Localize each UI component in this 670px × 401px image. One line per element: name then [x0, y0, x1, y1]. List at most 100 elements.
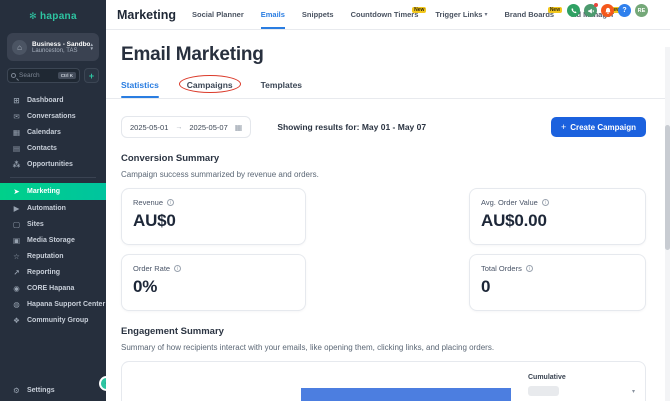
- sidebar-item-reputation[interactable]: ☆Reputation: [0, 248, 106, 264]
- tab-statistics[interactable]: Statistics: [121, 80, 159, 98]
- info-icon[interactable]: i: [174, 265, 181, 272]
- chevron-down-icon: ▾: [484, 11, 487, 18]
- date-range-picker[interactable]: 2025-05-01 → 2025-05-07 ▦: [121, 116, 251, 138]
- info-icon[interactable]: i: [526, 265, 533, 272]
- sidebar-item-label: Media Storage: [27, 237, 75, 244]
- tab-templates[interactable]: Templates: [261, 80, 302, 98]
- sidebar-item-label: Automation: [27, 205, 66, 212]
- star-icon: ☆: [12, 252, 21, 261]
- topbar-tabs: Social Planner Emails Snippets Countdown…: [192, 0, 614, 29]
- sidebar-item-label: Community Group: [27, 317, 88, 324]
- calendar-icon: ▦: [235, 123, 243, 132]
- core-icon: ◉: [12, 284, 21, 293]
- business-info: Business - Sandbox Launceston, TAS: [32, 41, 90, 54]
- notification-dot: [594, 3, 598, 7]
- sidebar-item-sites[interactable]: ▢ Sites: [0, 216, 106, 232]
- quick-add-button[interactable]: +: [84, 68, 99, 83]
- create-campaign-button[interactable]: + Create Campaign: [551, 117, 646, 137]
- revenue-value: AU$0: [133, 211, 294, 231]
- sidebar-item-support-center[interactable]: ◍Hapana Support Center: [0, 296, 106, 312]
- sidebar-item-label: Sites: [27, 221, 44, 228]
- page-title: Email Marketing: [121, 44, 646, 66]
- create-campaign-label: Create Campaign: [570, 123, 636, 132]
- avatar-initials: RE: [638, 8, 646, 14]
- avg-order-value-card: Avg. Order Value i AU$0.00: [469, 188, 646, 245]
- sidebar-item-label: Marketing: [27, 188, 60, 195]
- chevron-updown-icon: ▲ ▼: [90, 43, 94, 51]
- notifications-button[interactable]: [601, 4, 614, 17]
- label-text: Avg. Order Value: [481, 198, 538, 207]
- sidebar-item-media-storage[interactable]: ▣ Media Storage: [0, 232, 106, 248]
- tabs-divider: [106, 98, 670, 99]
- revenue-card: Revenuei AU$0: [121, 188, 306, 245]
- sidebar-nav: ⊞Dashboard ✉Conversations ▦Calendars ▤Co…: [0, 92, 106, 379]
- card-label: Order Ratei: [133, 264, 294, 273]
- support-icon: ◍: [12, 300, 21, 309]
- tab-snippets[interactable]: Snippets: [302, 0, 334, 29]
- help-button[interactable]: ?: [618, 4, 631, 17]
- topbar-actions: ? RE: [567, 4, 648, 17]
- cumulative-label: Cumulative: [528, 374, 566, 381]
- sidebar-item-dashboard[interactable]: ⊞Dashboard: [0, 92, 106, 108]
- cumulative-toggle[interactable]: [528, 386, 559, 396]
- engagement-summary-heading: Engagement Summary: [121, 326, 646, 337]
- tab-countdown-timers[interactable]: Countdown TimersNew: [351, 0, 419, 29]
- sidebar-item-label: Conversations: [27, 113, 76, 120]
- sidebar-item-calendars[interactable]: ▦Calendars: [0, 124, 106, 140]
- sidebar-item-automation[interactable]: ▶ Automation: [0, 200, 106, 216]
- sidebar-item-reporting[interactable]: ↗Reporting: [0, 264, 106, 280]
- question-icon: ?: [622, 7, 626, 14]
- hapana-logo: ✻hapana: [0, 0, 106, 31]
- sidebar-item-label: Settings: [27, 387, 55, 394]
- avg-order-value: AU$0.00: [481, 211, 634, 231]
- sidebar-item-opportunities[interactable]: ⁂Opportunities: [0, 156, 106, 172]
- announcements-button[interactable]: [584, 4, 597, 17]
- scrollbar[interactable]: [665, 47, 670, 401]
- marketing-icon: ➤: [12, 187, 21, 196]
- business-location: Launceston, TAS: [32, 48, 90, 54]
- tab-emails[interactable]: Emails: [261, 0, 285, 29]
- tab-trigger-links[interactable]: Trigger Links▾: [435, 0, 487, 29]
- sidebar-divider: [10, 177, 96, 178]
- avatar[interactable]: RE: [635, 4, 648, 17]
- chart-icon: ↗: [12, 268, 21, 277]
- page-tabs: Statistics Campaigns Templates: [121, 80, 646, 98]
- sites-icon: ▢: [12, 220, 21, 229]
- scrollbar-thumb[interactable]: [665, 125, 670, 250]
- filter-row: 2025-05-01 → 2025-05-07 ▦ Showing result…: [121, 116, 646, 138]
- contacts-icon: ▤: [12, 144, 21, 153]
- engagement-chart-card: Cumulative ▾: [121, 361, 646, 401]
- phone-button[interactable]: [567, 4, 580, 17]
- label-text: Total Orders: [481, 264, 522, 273]
- sidebar-item-conversations[interactable]: ✉Conversations: [0, 108, 106, 124]
- info-icon[interactable]: i: [167, 199, 174, 206]
- sidebar-item-core-hapana[interactable]: ◉CORE Hapana: [0, 280, 106, 296]
- megaphone-icon: [587, 7, 595, 15]
- business-avatar-icon: ⌂: [12, 40, 27, 55]
- date-start: 2025-05-01: [130, 123, 168, 132]
- phone-icon: [570, 7, 578, 15]
- sidebar-item-label: Dashboard: [27, 97, 64, 104]
- search-input[interactable]: Search Ctrl K: [7, 68, 80, 83]
- business-selector[interactable]: ⌂ Business - Sandbox Launceston, TAS ▲ ▼: [7, 33, 99, 61]
- chevron-down-icon[interactable]: ▾: [632, 388, 635, 395]
- engagement-summary-description: Summary of how recipients interact with …: [121, 343, 646, 352]
- tab-social-planner[interactable]: Social Planner: [192, 0, 244, 29]
- order-rate-value: 0%: [133, 277, 294, 297]
- sidebar-item-marketing[interactable]: ➤ Marketing: [0, 183, 106, 200]
- sidebar-item-community-group[interactable]: ❖Community Group: [0, 312, 106, 328]
- sidebar-item-contacts[interactable]: ▤Contacts: [0, 140, 106, 156]
- conversion-cards-row-1: Revenuei AU$0 Avg. Order Value i AU$0.00: [121, 188, 646, 245]
- tab-label: Trigger Links: [435, 10, 482, 19]
- new-badge: New: [412, 7, 426, 13]
- tab-brand-boards[interactable]: Brand BoardsNew: [505, 0, 555, 29]
- tab-campaigns[interactable]: Campaigns: [187, 80, 233, 98]
- topbar: Marketing Social Planner Emails Snippets…: [106, 0, 670, 30]
- sidebar-item-settings[interactable]: ⚙Settings: [0, 379, 106, 401]
- info-icon[interactable]: i: [542, 199, 549, 206]
- sidebar-item-label: Calendars: [27, 129, 61, 136]
- app-window: ✻hapana ⌂ Business - Sandbox Launceston,…: [0, 0, 670, 401]
- automation-icon: ▶: [12, 204, 21, 213]
- conversion-summary-heading: Conversion Summary: [121, 153, 646, 164]
- media-storage-icon: ▣: [12, 236, 21, 245]
